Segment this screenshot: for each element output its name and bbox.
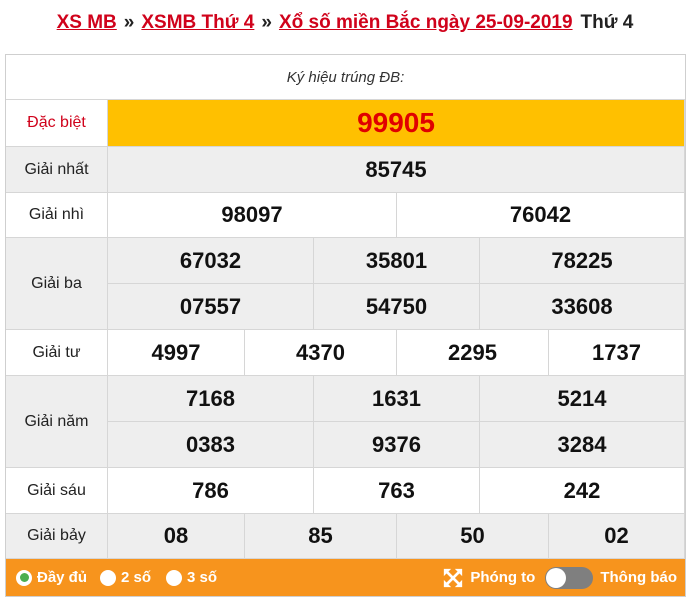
option-full-label: Đầy đủ	[37, 569, 88, 586]
prize-number-second: 98097	[108, 193, 397, 238]
prize-label-special: Đặc biệt	[6, 100, 108, 147]
prize-number-seventh: 50	[397, 514, 549, 559]
prize-label-fourth: Giải tư	[6, 330, 108, 376]
notify-toggle[interactable]	[545, 566, 594, 589]
prize-label-third: Giải ba	[6, 238, 108, 330]
prize-number-fifth: 7168	[108, 376, 314, 422]
option-3-digits-label: 3 số	[187, 569, 218, 586]
toggle-knob	[546, 567, 567, 588]
prize-row-first: Giải nhất 85745	[6, 147, 685, 193]
prize-number-fifth: 5214	[480, 376, 685, 422]
radio-unselected-icon[interactable]	[100, 569, 117, 586]
option-2-digits-label: 2 số	[121, 569, 152, 586]
prize-number-fourth: 4370	[245, 330, 397, 376]
prize-number-seventh: 08	[108, 514, 245, 559]
prize-number-fifth: 3284	[480, 422, 685, 468]
prize-number-first: 85745	[108, 147, 685, 193]
prize-number-sixth: 786	[108, 468, 314, 514]
prize-number-third: 54750	[314, 284, 480, 330]
notify-label: Thông báo	[600, 569, 677, 586]
prize-number-third: 35801	[314, 238, 480, 284]
breadcrumb-separator: »	[123, 12, 135, 33]
radio-selected-icon[interactable]	[16, 569, 32, 586]
breadcrumb: XS MB » XSMB Thứ 4 » Xổ số miền Bắc ngày…	[0, 0, 690, 46]
prize-number-third: 78225	[480, 238, 685, 284]
prize-number-fourth: 2295	[397, 330, 549, 376]
breadcrumb-link-xsmb-thu-4[interactable]: XSMB Thứ 4	[141, 12, 254, 34]
results-board: Ký hiệu trúng ĐB: Đặc biệt 99905 Giải nh…	[5, 54, 686, 597]
option-2-digits[interactable]: 2 số	[100, 569, 151, 586]
zoom-label: Phóng to	[470, 569, 536, 586]
radio-unselected-icon[interactable]	[166, 569, 183, 586]
prize-number-seventh: 85	[245, 514, 397, 559]
prize-label-second: Giải nhì	[6, 193, 108, 238]
special-symbol-label: Ký hiệu trúng ĐB:	[286, 68, 405, 86]
prize-row-fourth: Giải tư 4997 4370 2295 1737	[6, 330, 685, 376]
breadcrumb-link-xs-mb[interactable]: XS MB	[57, 12, 117, 34]
breadcrumb-separator: »	[261, 12, 272, 33]
prize-number-sixth: 242	[480, 468, 685, 514]
prize-label-sixth: Giải sáu	[6, 468, 108, 514]
prize-number-sixth: 763	[314, 468, 480, 514]
special-symbol-row: Ký hiệu trúng ĐB:	[6, 55, 685, 100]
prize-number-fourth: 4997	[108, 330, 245, 376]
prize-row-second: Giải nhì 98097 76042	[6, 193, 685, 238]
option-3-digits[interactable]: 3 số	[166, 569, 217, 586]
prize-number-fifth: 9376	[314, 422, 480, 468]
zoom-button[interactable]: Phóng to	[442, 567, 535, 589]
prize-number-fifth: 0383	[108, 422, 314, 468]
breadcrumb-current-day: Thứ 4	[580, 12, 634, 33]
prize-label-first: Giải nhất	[6, 147, 108, 193]
prize-label-fifth: Giải năm	[6, 376, 108, 468]
prize-number-fifth: 1631	[314, 376, 480, 422]
prize-row-special: Đặc biệt 99905	[6, 100, 685, 147]
prize-row-third: Giải ba 67032 35801 78225 07557 54750 33…	[6, 238, 685, 330]
expand-arrows-icon	[444, 568, 463, 587]
display-options-bar: Đầy đủ 2 số 3 số Phóng to Thông báo	[6, 559, 685, 596]
prize-number-seventh: 02	[549, 514, 685, 559]
prize-label-seventh: Giải bảy	[6, 514, 108, 559]
breadcrumb-link-date[interactable]: Xổ số miền Bắc ngày 25-09-2019	[279, 12, 573, 34]
prize-number-fourth: 1737	[549, 330, 685, 376]
prize-number-special: 99905	[108, 100, 685, 147]
prize-number-third: 67032	[108, 238, 314, 284]
prize-number-second: 76042	[397, 193, 685, 238]
prize-row-sixth: Giải sáu 786 763 242	[6, 468, 685, 514]
prize-number-third: 07557	[108, 284, 314, 330]
prize-row-seventh: Giải bảy 08 85 50 02	[6, 514, 685, 559]
option-full[interactable]: Đầy đủ	[16, 569, 87, 586]
prize-number-third: 33608	[480, 284, 685, 330]
prize-row-fifth: Giải năm 7168 1631 5214 0383 9376 3284	[6, 376, 685, 468]
